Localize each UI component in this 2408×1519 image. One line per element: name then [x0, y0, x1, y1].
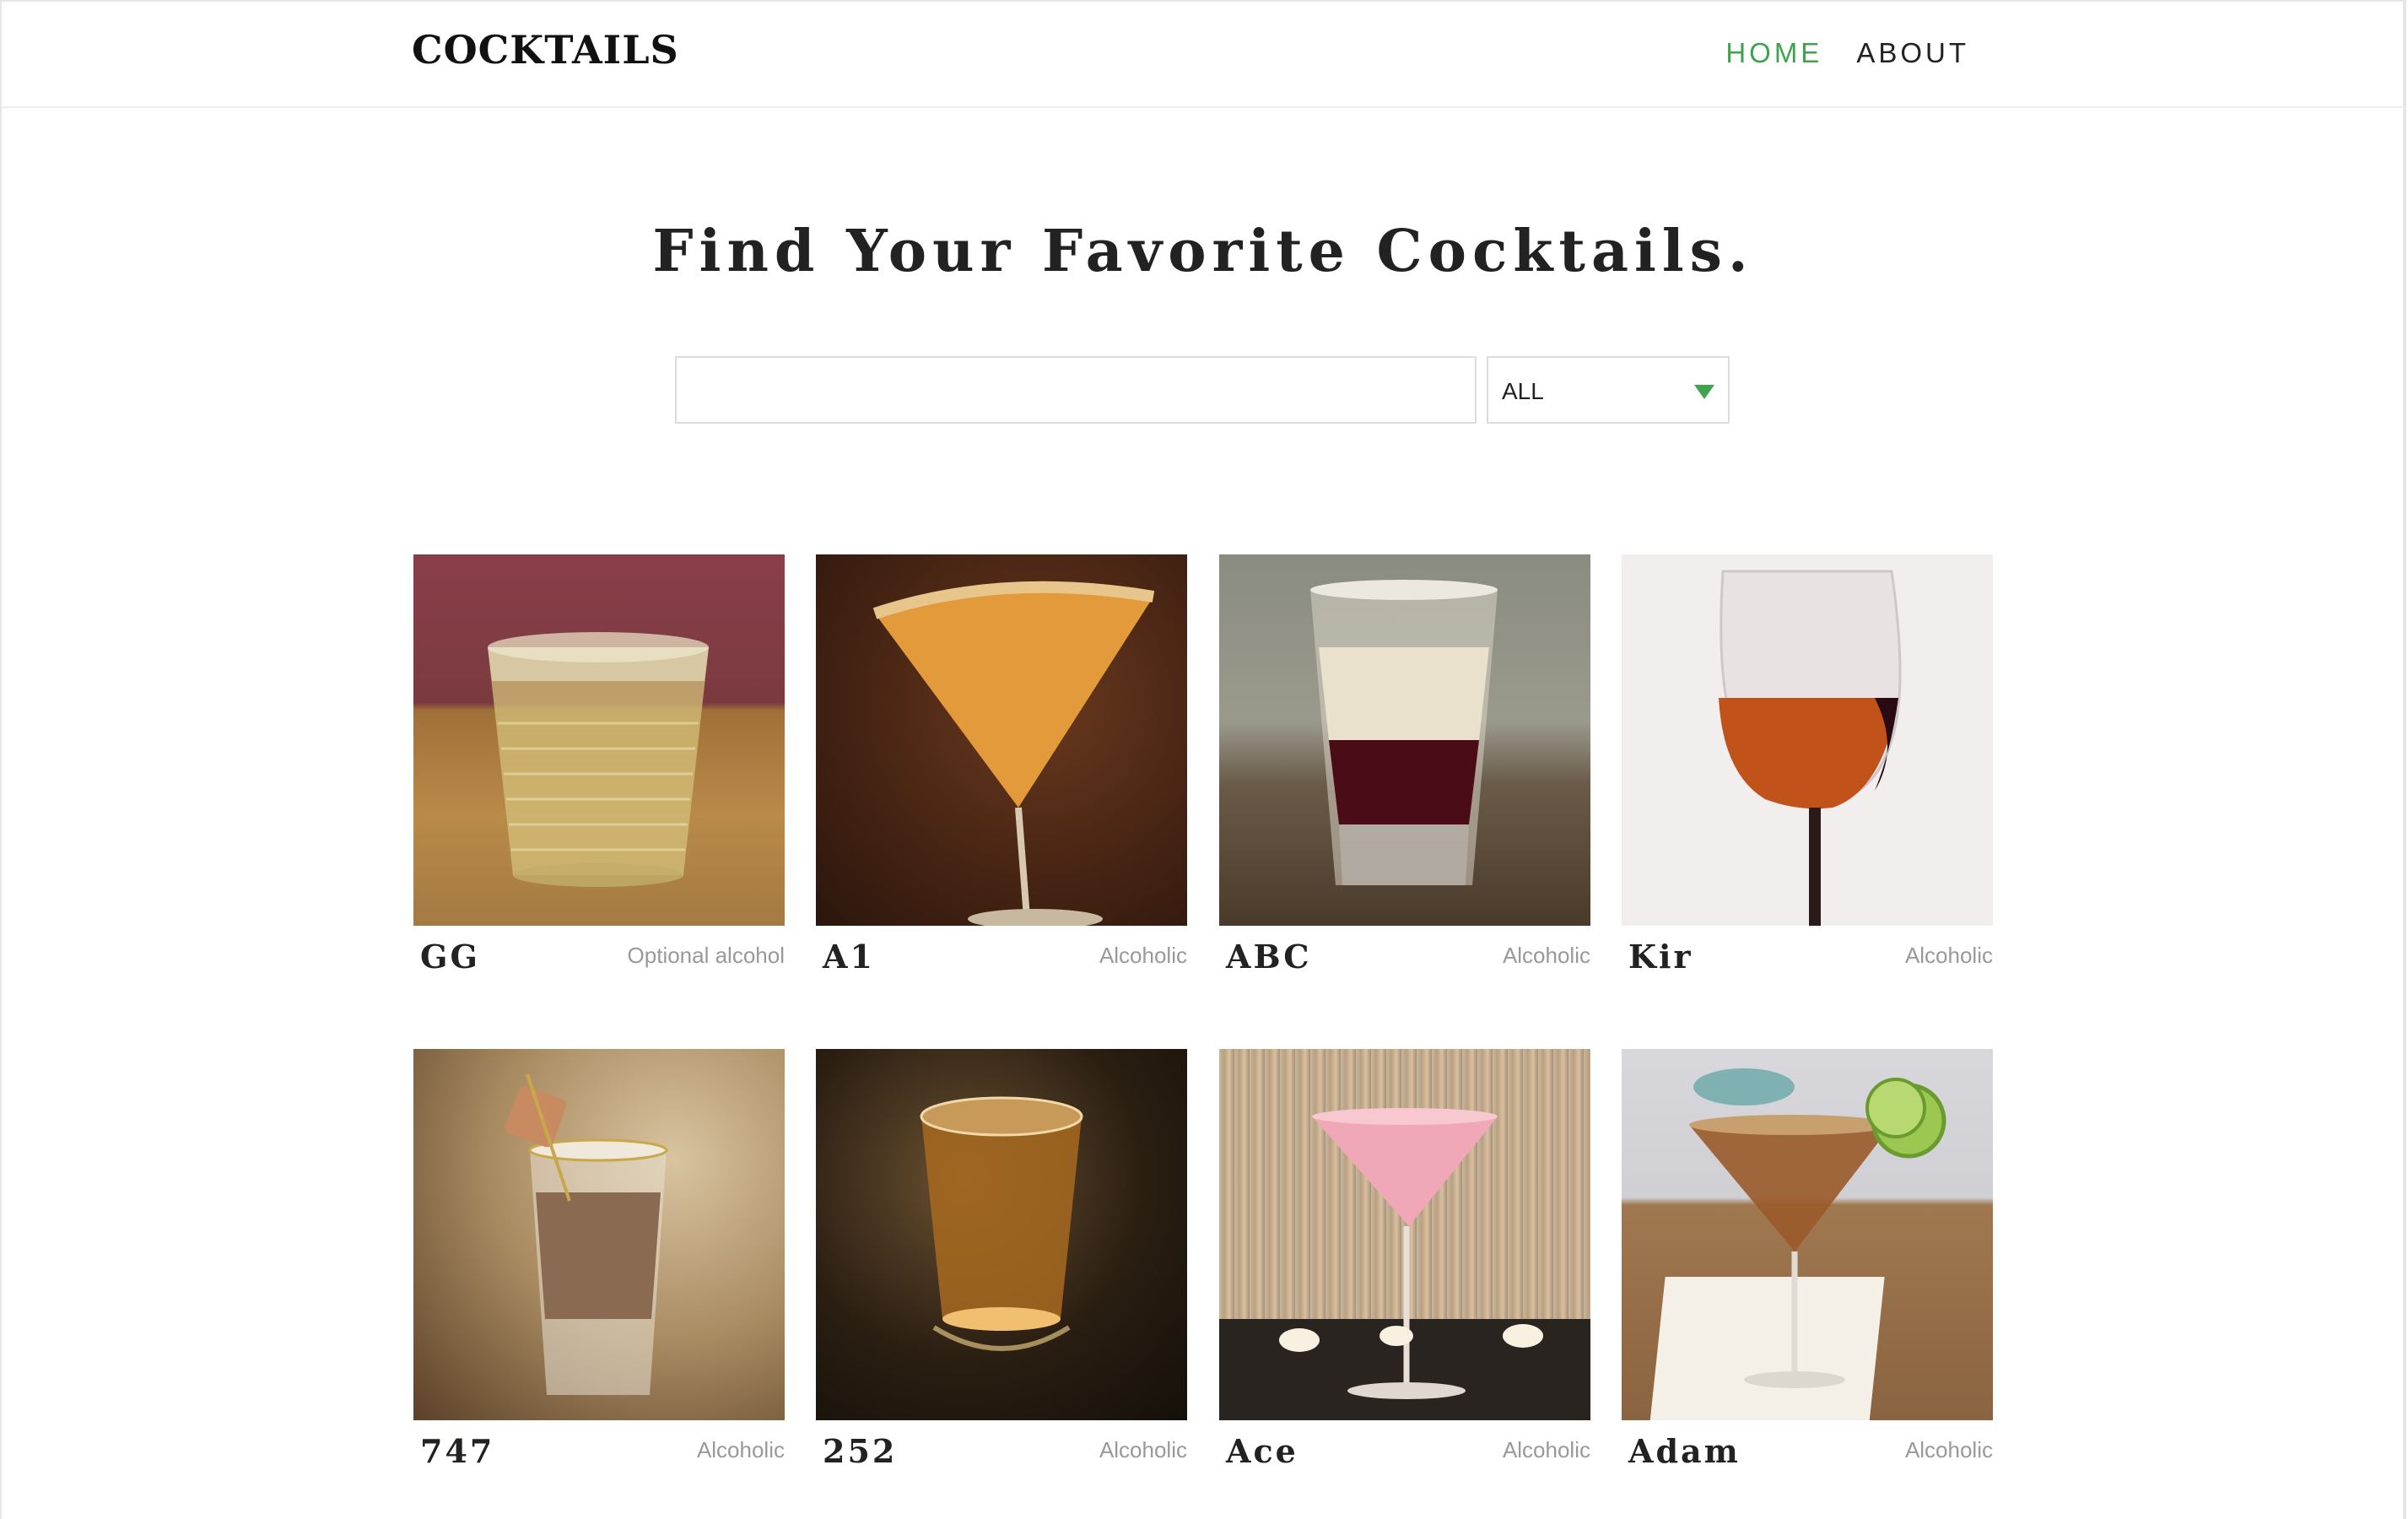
- cocktail-name: Kir: [1628, 938, 1693, 976]
- cocktail-type: Alcoholic: [1099, 943, 1187, 968]
- cocktail-type: Alcoholic: [696, 1437, 785, 1462]
- chevron-down-icon: [1694, 385, 1714, 399]
- martini-glass-icon: [872, 581, 1155, 926]
- cocktail-image: [413, 554, 785, 926]
- cocktail-card[interactable]: 252 Alcoholic: [816, 1049, 1187, 1470]
- shot-glass-icon: [920, 1096, 1083, 1351]
- category-filter-select[interactable]: ALL: [1487, 356, 1730, 424]
- cocktail-name: ABC: [1226, 938, 1312, 976]
- cocktail-type: Alcoholic: [1904, 1437, 1993, 1462]
- cocktail-image: [413, 1049, 785, 1420]
- cocktail-card[interactable]: GG Optional alcohol: [413, 554, 785, 976]
- page-title: Find Your Favorite Cocktails.: [652, 218, 1754, 285]
- cocktail-name: 747: [420, 1432, 495, 1470]
- cocktail-image: [816, 1049, 1187, 1420]
- cocktail-name: GG: [420, 938, 480, 976]
- cocktail-card[interactable]: Ace Alcoholic: [1219, 1049, 1590, 1470]
- cocktail-card[interactable]: 747 Alcoholic: [413, 1049, 785, 1470]
- cocktail-card[interactable]: Adam Alcoholic: [1622, 1049, 1993, 1470]
- martini-glass-icon: [1279, 1108, 1543, 1399]
- cocktail-card[interactable]: A1 Alcoholic: [816, 554, 1187, 976]
- cocktail-name: Adam: [1628, 1432, 1741, 1470]
- cocktail-type: Optional alcohol: [627, 943, 785, 968]
- cocktail-type: Alcoholic: [1099, 1437, 1187, 1462]
- cocktail-image: [1622, 554, 1993, 926]
- cocktail-type: Alcoholic: [1502, 1437, 1590, 1462]
- filter-selected-value: ALL: [1502, 378, 1544, 404]
- wine-glass-icon: [1719, 570, 1902, 926]
- shot-glass-icon: [505, 1073, 668, 1395]
- cocktail-name: Ace: [1226, 1432, 1298, 1470]
- cocktail-type: Alcoholic: [1904, 943, 1993, 968]
- nav-about-link[interactable]: ABOUT: [1856, 37, 1969, 69]
- cocktail-image: [816, 554, 1187, 926]
- shot-glass-icon: [1310, 580, 1498, 885]
- cocktail-name: 252: [823, 1432, 898, 1470]
- cocktail-image: [1622, 1049, 1993, 1420]
- martini-glass-icon: [1649, 1068, 1946, 1420]
- cocktail-image: [1219, 554, 1590, 926]
- cocktail-name: A1: [823, 938, 875, 976]
- cocktail-card[interactable]: ABC Alcoholic: [1219, 554, 1590, 976]
- cocktail-type: Alcoholic: [1502, 943, 1590, 968]
- nav-home-link[interactable]: HOME: [1725, 37, 1822, 69]
- rocks-glass-icon: [488, 632, 709, 887]
- site-logo[interactable]: COCKTAILS: [412, 27, 679, 73]
- cocktail-image: [1219, 1049, 1590, 1420]
- search-input[interactable]: [675, 356, 1477, 424]
- main-nav: HOME ABOUT: [1725, 37, 1969, 69]
- site-header: COCKTAILS HOME ABOUT: [0, 0, 2406, 108]
- cocktail-card[interactable]: Kir Alcoholic: [1622, 554, 1993, 976]
